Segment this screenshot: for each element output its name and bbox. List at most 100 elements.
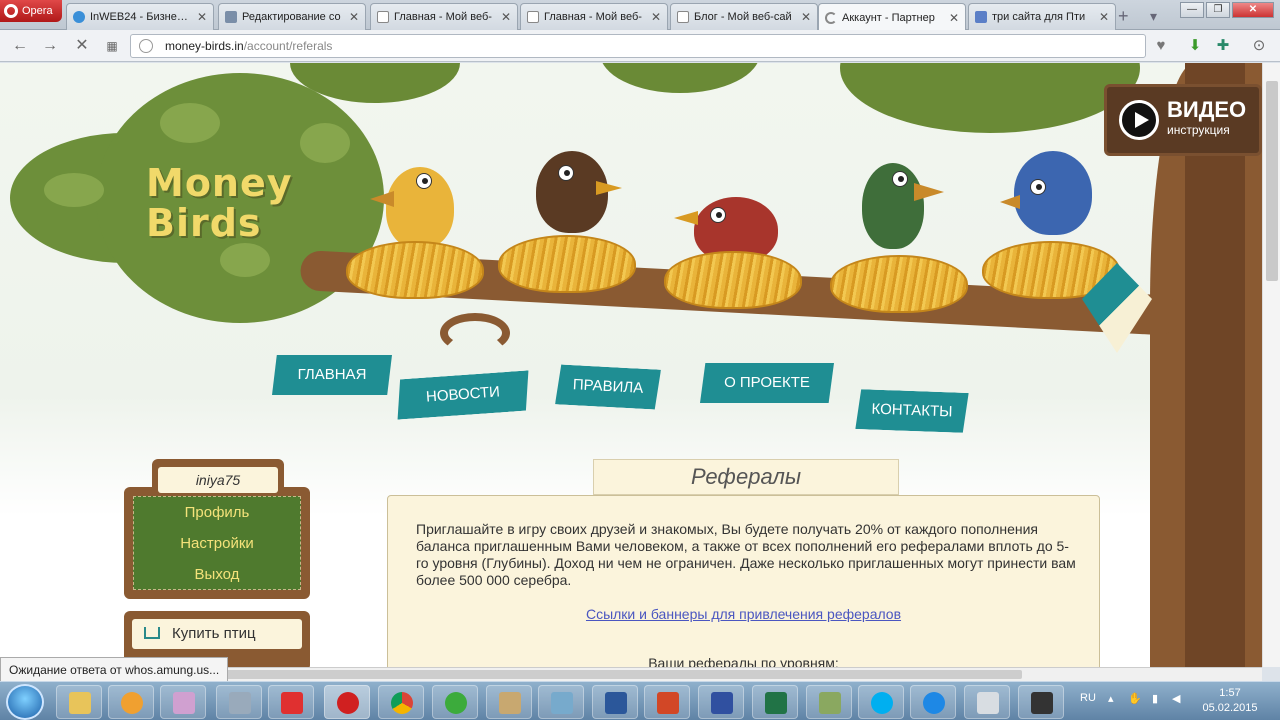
language-indicator[interactable]: RU — [1080, 692, 1096, 704]
palette-icon — [499, 692, 521, 714]
browser-tab-active[interactable]: Аккаунт - Партнер ✕ — [818, 3, 966, 31]
tab-favicon-icon — [975, 11, 987, 23]
tab-title: Главная - Мой веб- — [544, 11, 642, 23]
bird-beak — [914, 183, 944, 201]
browser-tab-bar: Opera InWEB24 - Бизнес С ✕ Редактировани… — [0, 0, 1280, 31]
browser-tab[interactable]: InWEB24 - Бизнес С ✕ — [66, 3, 214, 30]
taskbar-app[interactable] — [160, 685, 206, 719]
browser-tab[interactable]: Главная - Мой веб- ✕ — [370, 3, 518, 30]
bird-beak — [370, 191, 394, 207]
tab-close-icon[interactable]: ✕ — [349, 10, 359, 24]
taskbar-excel[interactable] — [752, 685, 798, 719]
taskbar-word[interactable] — [592, 685, 638, 719]
speaker-icon — [229, 692, 251, 714]
close-window-icon[interactable]: ✕ — [1232, 2, 1274, 18]
tab-favicon-icon — [73, 11, 85, 23]
site-logo[interactable]: Money Birds — [146, 163, 293, 243]
user-menu-logout[interactable]: Выход — [134, 559, 300, 590]
speed-dial-grid-icon[interactable]: ▦ — [102, 36, 122, 56]
tab-close-icon[interactable]: ✕ — [501, 10, 511, 24]
nest-illustration — [830, 255, 968, 313]
user-menu-profile[interactable]: Профиль — [134, 497, 300, 528]
tab-close-icon[interactable]: ✕ — [197, 10, 207, 24]
scrollbar-thumb[interactable] — [1266, 81, 1278, 281]
taskbar-calculator[interactable] — [964, 685, 1010, 719]
bird-beak — [596, 181, 622, 195]
tray-expand-icon[interactable]: ▴ — [1108, 692, 1114, 705]
yandex-icon — [281, 692, 303, 714]
stop-loading-icon[interactable]: ✕ — [72, 36, 92, 56]
nav-rules[interactable]: ПРАВИЛА — [555, 364, 661, 409]
video-instruction-button[interactable]: ВИДЕО инструкция — [1104, 84, 1262, 156]
tab-title: Редактирование со — [242, 11, 341, 23]
restore-window-icon[interactable]: ❐ — [1206, 2, 1230, 18]
back-arrow-icon[interactable]: ← — [10, 36, 30, 56]
minimize-window-icon[interactable]: — — [1180, 2, 1204, 18]
nest-illustration — [664, 251, 802, 309]
taskbar-app[interactable] — [538, 685, 584, 719]
start-button[interactable] — [6, 684, 44, 720]
excel-icon — [765, 692, 787, 714]
network-signal-icon[interactable]: ▮ — [1152, 692, 1158, 705]
taskbar-chrome[interactable] — [378, 685, 424, 719]
forward-arrow-icon[interactable]: → — [40, 36, 60, 56]
browser-tab[interactable]: Блог - Мой веб-сай ✕ — [670, 3, 818, 30]
browser-tab[interactable]: три сайта для Пти ✕ — [968, 3, 1116, 30]
taskbar-save-app[interactable] — [698, 685, 744, 719]
nest-illustration — [498, 235, 636, 293]
calculator-icon — [977, 692, 999, 714]
taskbar-explorer[interactable] — [56, 685, 102, 719]
buy-birds-label: Купить птиц — [172, 625, 256, 642]
nest-illustration — [346, 241, 484, 299]
folder-icon — [69, 692, 91, 714]
windows-taskbar: RU ▴ ✋ ▮ ◀ 1:57 05.02.2015 — [0, 681, 1280, 720]
nav-about[interactable]: О ПРОЕКТЕ — [700, 363, 834, 403]
taskbar-yandex[interactable] — [268, 685, 314, 719]
tab-list-icon[interactable]: ▾ — [1150, 8, 1157, 25]
taskbar-media-player[interactable] — [108, 685, 154, 719]
taskbar-paint[interactable] — [486, 685, 532, 719]
heart-bookmark-icon[interactable]: ♥ — [1150, 36, 1172, 56]
buy-birds-link[interactable]: Купить птиц — [132, 619, 302, 649]
tree-leaf-spot — [300, 123, 350, 163]
tray-app-icon[interactable]: ✋ — [1128, 692, 1142, 705]
taskbar-powerpoint[interactable] — [644, 685, 690, 719]
nav-home[interactable]: ГЛАВНАЯ — [272, 355, 392, 395]
taskbar-skype[interactable] — [858, 685, 904, 719]
browser-tab[interactable]: Главная - Мой веб- ✕ — [520, 3, 668, 30]
blue-bird-illustration — [1000, 151, 1092, 235]
tree-canopy — [840, 63, 1140, 133]
taskbar-internet-explorer[interactable] — [910, 685, 956, 719]
tree-leaf-spot — [220, 243, 270, 277]
username-label: iniya75 — [158, 467, 278, 493]
url-field[interactable]: money-birds.in/account/referals — [130, 34, 1146, 58]
browser-tab[interactable]: Редактирование со ✕ — [218, 3, 366, 30]
volume-icon[interactable]: ◀ — [1172, 692, 1180, 705]
extension-icon[interactable]: ✚ — [1212, 36, 1234, 56]
referral-links-banners-link[interactable]: Ссылки и баннеры для привлечения реферал… — [388, 606, 1099, 622]
taskbar-mail[interactable] — [432, 685, 478, 719]
system-clock[interactable]: 1:57 05.02.2015 — [1190, 686, 1270, 716]
taskbar-app[interactable] — [806, 685, 852, 719]
page-favicon-icon — [677, 11, 689, 23]
taskbar-opera[interactable] — [324, 685, 370, 719]
vertical-scrollbar[interactable] — [1262, 63, 1280, 667]
loading-spinner-icon — [825, 11, 837, 24]
opera-menu-label: Opera — [22, 5, 53, 17]
nav-news[interactable]: НОВОСТИ — [395, 370, 531, 419]
new-tab-plus-icon[interactable]: + — [1118, 6, 1129, 27]
tab-close-icon[interactable]: ✕ — [651, 10, 661, 24]
download-arrow-icon[interactable]: ⬇ — [1184, 36, 1206, 56]
yellow-bird-illustration — [370, 167, 454, 249]
tab-close-icon[interactable]: ✕ — [949, 11, 959, 25]
opera-menu-button[interactable]: Opera — [0, 0, 62, 22]
download-manager-icon[interactable]: ⊙ — [1248, 36, 1270, 56]
site-info-icon[interactable] — [139, 39, 153, 53]
taskbar-camera[interactable] — [1018, 685, 1064, 719]
tab-close-icon[interactable]: ✕ — [1099, 10, 1109, 24]
taskbar-volume[interactable] — [216, 685, 262, 719]
page-favicon-icon — [527, 11, 539, 23]
tab-close-icon[interactable]: ✕ — [801, 10, 811, 24]
user-menu-settings[interactable]: Настройки — [134, 528, 300, 559]
nav-contacts[interactable]: КОНТАКТЫ — [855, 389, 968, 433]
